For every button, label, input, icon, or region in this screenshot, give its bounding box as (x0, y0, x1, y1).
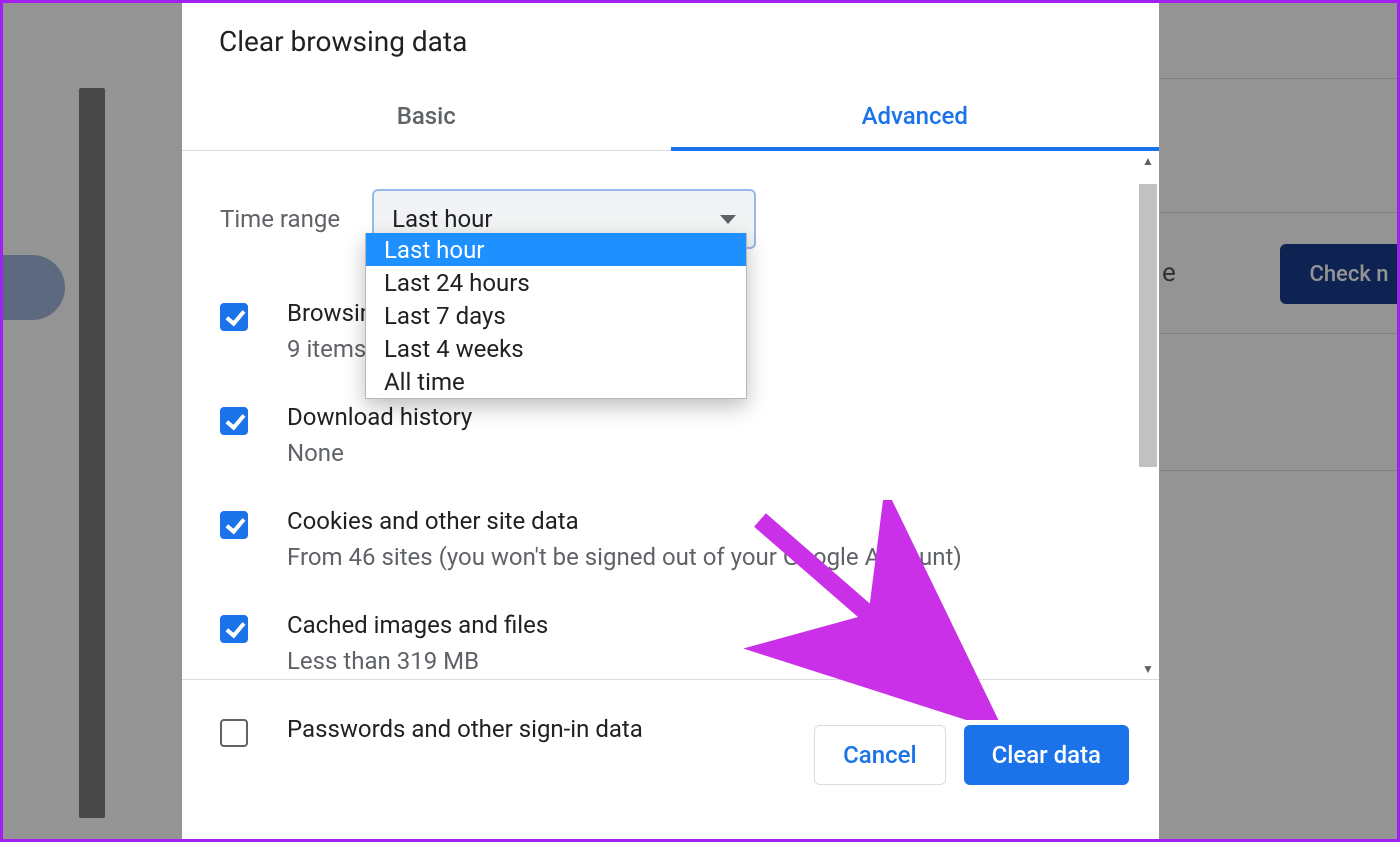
clear-browsing-data-dialog: Clear browsing data Basic Advanced Time … (182, 0, 1159, 842)
time-range-label: Time range (220, 205, 340, 233)
scroll-thumb[interactable] (1139, 184, 1157, 467)
check-row-passwords: Passwords and other sign-in data (220, 703, 1121, 747)
time-range-dropdown: Last hour Last 24 hours Last 7 days Last… (365, 233, 747, 399)
checkbox-browsing-history[interactable] (220, 303, 248, 331)
check-row-cached: Cached images and files Less than 319 MB (220, 599, 1121, 703)
time-range-value: Last hour (392, 205, 492, 233)
item-subtitle: From 46 sites (you won't be signed out o… (287, 541, 962, 573)
item-title: Passwords and other sign-in data (287, 713, 643, 745)
tab-basic[interactable]: Basic (182, 86, 671, 150)
scroll-up-icon[interactable]: ▲ (1137, 151, 1159, 171)
check-row-cookies: Cookies and other site data From 46 site… (220, 495, 1121, 599)
checkbox-download-history[interactable] (220, 407, 248, 435)
chevron-down-icon (720, 215, 736, 224)
dropdown-option-last-24-hours[interactable]: Last 24 hours (366, 266, 746, 299)
scroll-down-icon[interactable]: ▼ (1137, 659, 1159, 679)
checkbox-cached[interactable] (220, 615, 248, 643)
item-title: Cached images and files (287, 609, 548, 641)
item-title: Cookies and other site data (287, 505, 962, 537)
item-subtitle: Less than 319 MB (287, 645, 548, 677)
item-title: Download history (287, 401, 472, 433)
check-row-download-history: Download history None (220, 391, 1121, 495)
dropdown-option-last-hour[interactable]: Last hour (366, 233, 746, 266)
tabs: Basic Advanced (182, 86, 1159, 151)
dropdown-option-last-4-weeks[interactable]: Last 4 weeks (366, 332, 746, 365)
checkbox-passwords[interactable] (220, 719, 248, 747)
item-subtitle: None (287, 437, 472, 469)
dropdown-option-last-7-days[interactable]: Last 7 days (366, 299, 746, 332)
dialog-content: Time range Last hour Last hour Last 24 h… (182, 151, 1159, 679)
tab-advanced[interactable]: Advanced (671, 86, 1160, 150)
dialog-title: Clear browsing data (182, 0, 1159, 58)
content-scrollbar[interactable]: ▲ ▼ (1137, 151, 1159, 679)
checkbox-cookies[interactable] (220, 511, 248, 539)
dropdown-option-all-time[interactable]: All time (366, 365, 746, 398)
